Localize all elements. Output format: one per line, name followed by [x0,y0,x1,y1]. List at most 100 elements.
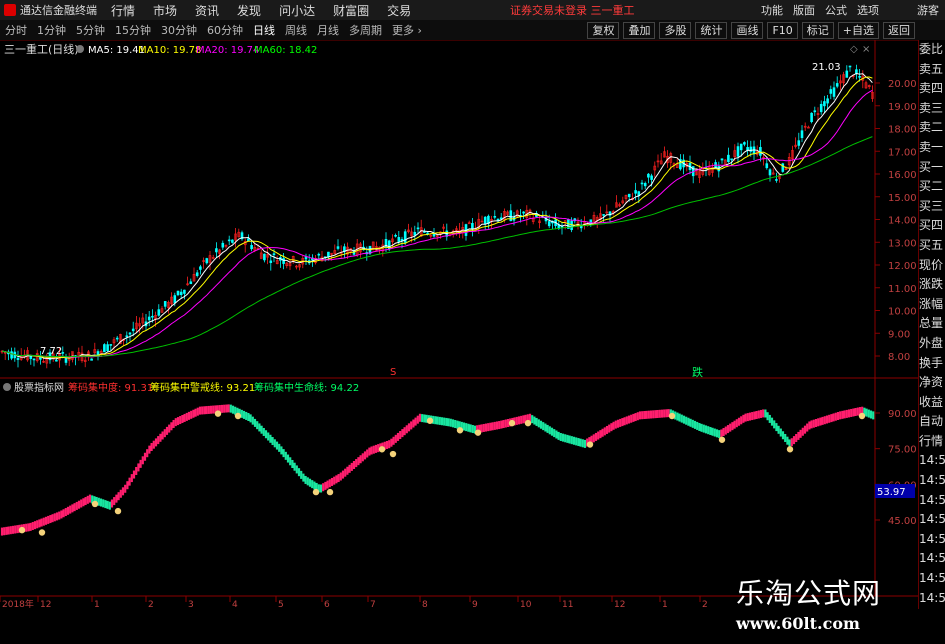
signal-s-marker: S [390,367,396,378]
side-panel-item[interactable]: 14:50 [919,530,945,550]
menu-item-market[interactable]: 市场 [153,2,177,19]
signal-marker [38,529,46,536]
candle-body [739,143,743,151]
period-5min[interactable]: 5分钟 [71,22,110,38]
statistics-button[interactable]: 统计 [695,21,728,39]
signal-marker [426,417,434,424]
side-panel-item[interactable]: 14:50 [919,471,945,491]
multi-stock-button[interactable]: 多股 [659,21,692,39]
side-panel-item[interactable]: 14:50 [919,491,945,511]
candle-body [634,190,637,194]
side-panel-item[interactable]: 14:50 [919,451,945,471]
candle-body [602,214,605,216]
diamond-icon[interactable]: ◇ [850,44,858,55]
menu-item-layout[interactable]: 版面 [793,2,815,18]
stock-title: 三一重工(日线) [4,42,79,56]
candle-body [547,221,551,227]
indicator-bars [0,404,875,536]
candle-body [768,169,772,176]
candle-body [55,359,58,362]
price-tick-label: 20.00 [888,79,917,90]
chart-area[interactable]: 三一重工(日线) MA5: 19.41 MA10: 19.78 MA20: 19… [0,40,918,633]
high-label: 21.03 [812,62,841,73]
signal-marker [91,500,99,508]
candle-body [109,344,113,346]
candle-body [727,154,730,163]
period-60min[interactable]: 60分钟 [202,22,248,38]
menu-item-wealth[interactable]: 财富圈 [333,2,369,19]
period-weekly[interactable]: 周线 [280,22,312,38]
side-panel-item[interactable]: 14:50 [919,549,945,569]
period-multi[interactable]: 多周期 [344,22,387,38]
signal-marker [312,488,320,496]
menu-item-function[interactable]: 功能 [761,2,783,18]
indicator-line-1: 筹码集中度: 91.31 [68,381,153,394]
candle-body [759,147,762,156]
candle-body [627,193,631,198]
period-30min[interactable]: 30分钟 [156,22,202,38]
overlay-button[interactable]: 叠加 [623,21,656,39]
app-logo-icon [4,4,16,16]
menu-item-trade[interactable]: 交易 [387,2,411,19]
restore-rights-button[interactable]: 复权 [587,21,620,39]
signal-marker [378,446,386,453]
chart-canvas[interactable]: 三一重工(日线) MA5: 19.41 MA10: 19.78 MA20: 19… [0,40,918,610]
candle-body [199,266,202,270]
candlesticks [0,64,874,369]
side-panel-item[interactable]: 自动 [919,412,945,432]
settings-icon[interactable] [76,45,84,53]
period-1min[interactable]: 1分钟 [32,22,71,38]
side-panel-item: 收益 [919,394,944,409]
signal-marker [234,412,242,420]
menu-item-options[interactable]: 选项 [857,2,879,18]
date-tick-label: 6 [324,600,330,609]
indicator-tick-label: 90.00 [888,409,917,420]
period-daily[interactable]: 日线 [248,22,280,38]
draw-line-button[interactable]: 画线 [731,21,764,39]
side-panel-item[interactable]: 14:50 [919,569,945,589]
candle-body [471,223,474,230]
price-tick-label: 18.00 [888,125,917,136]
candle-body [829,89,833,94]
menubar-right: 功能 版面 公式 选项 游客 [761,2,939,18]
indicator-settings-icon[interactable] [3,383,11,391]
menu-item-discover[interactable]: 发现 [237,2,261,19]
mark-button[interactable]: 标记 [801,21,834,39]
candle-body [205,258,209,264]
side-panel-item[interactable]: 14:50 [919,510,945,530]
period-more[interactable]: 更多 › [387,22,427,38]
add-watchlist-button[interactable]: +自选 [837,21,879,39]
side-panel-item[interactable]: 14:50 [919,589,945,609]
side-panel-item: 总量 [919,316,944,331]
side-panel-item[interactable]: 行情 [919,432,945,452]
candle-body [813,110,817,113]
candle-body [848,65,852,68]
candle-body [250,245,253,250]
period-timeshare[interactable]: 分时 [0,22,32,38]
menu-item-news[interactable]: 资讯 [195,2,219,19]
period-monthly[interactable]: 月线 [312,22,344,38]
period-toolbar: 分时 1分钟 5分钟 15分钟 30分钟 60分钟 日线 周线 月线 多周期 更… [0,20,945,41]
candle-body [416,227,420,230]
back-button[interactable]: 返回 [883,21,915,39]
signal-marker [456,427,464,434]
side-panel-item: 卖二 [919,120,944,135]
candle-body [493,216,497,218]
menu-item-quotes[interactable]: 行情 [111,2,135,19]
candle-body [835,83,839,87]
menu-item-formula[interactable]: 公式 [825,2,847,18]
period-15min[interactable]: 15分钟 [110,22,156,38]
indicator-line-3: 筹码集中生命线: 94.22 [254,381,359,394]
signal-die-marker: 跌 [692,365,703,379]
candle-body [263,253,266,261]
side-panel-item: 买一 [919,159,944,174]
candle-body [810,112,813,123]
close-icon[interactable]: × [862,44,870,55]
signal-marker [18,526,26,534]
side-panel-item: 卖三 [919,100,944,115]
menu-item-ask[interactable]: 问小达 [279,2,315,19]
side-panel-item: 外盘 [919,335,944,350]
guest-user[interactable]: 游客 [917,2,939,18]
f10-button[interactable]: F10 [767,21,798,39]
signal-marker [586,441,594,448]
